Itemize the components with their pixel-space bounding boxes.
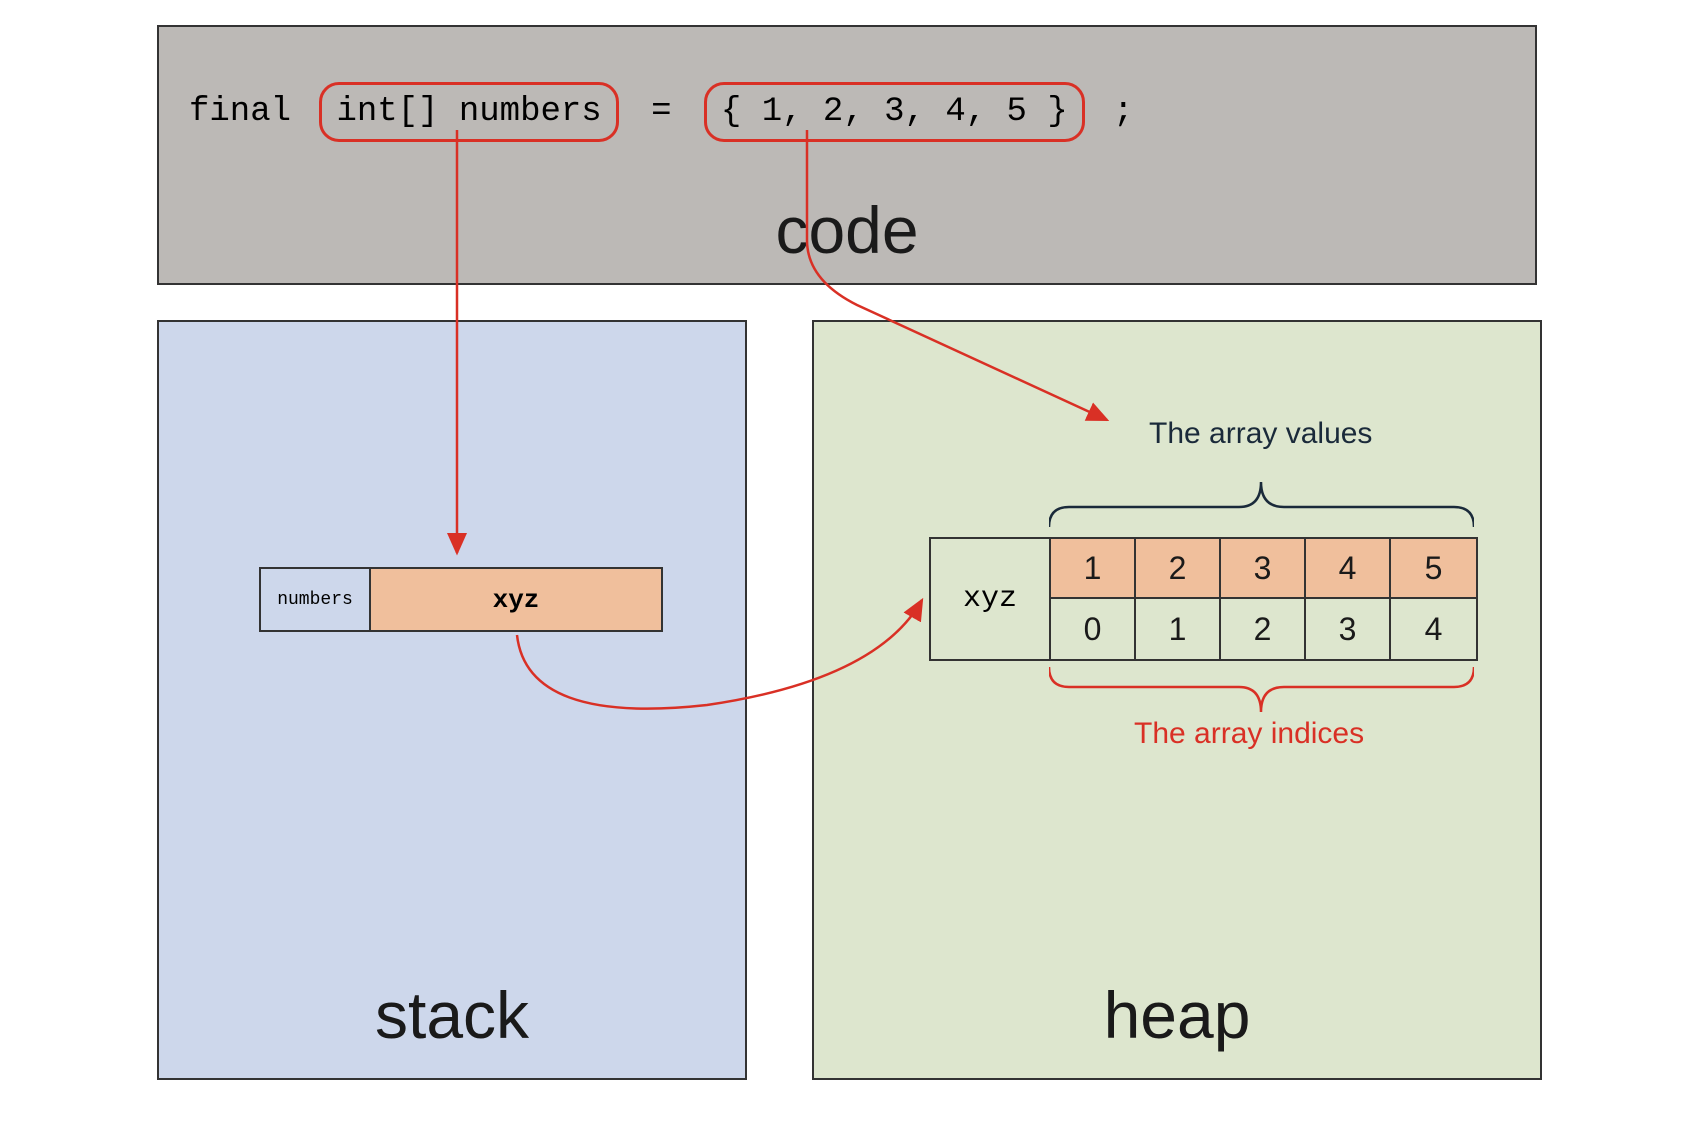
heap-cells: 1 2 3 4 5 0 1 2 3 4 [1051, 539, 1476, 659]
array-values-label: The array values [1149, 417, 1372, 451]
code-panel: final int[] numbers = { 1, 2, 3, 4, 5 } … [157, 25, 1537, 285]
heap-value-cell: 4 [1306, 539, 1391, 599]
stack-panel-label: stack [375, 977, 529, 1053]
heap-index-cell: 2 [1221, 599, 1306, 659]
stack-variable-name: numbers [261, 569, 371, 630]
code-final-keyword: final [189, 93, 291, 131]
heap-reference-label: xyz [931, 539, 1051, 659]
heap-value-cell: 3 [1221, 539, 1306, 599]
code-type-and-variable: int[] numbers [319, 82, 618, 142]
heap-index-cell: 4 [1391, 599, 1476, 659]
heap-panel: The array values xyz 1 2 3 4 5 0 1 2 3 [812, 320, 1542, 1080]
code-semicolon: ; [1113, 93, 1133, 131]
heap-value-cell: 2 [1136, 539, 1221, 599]
heap-value-cell: 1 [1051, 539, 1136, 599]
heap-index-cell: 3 [1306, 599, 1391, 659]
code-line: final int[] numbers = { 1, 2, 3, 4, 5 } … [189, 82, 1134, 142]
heap-index-cell: 0 [1051, 599, 1136, 659]
stack-variable-value: xyz [371, 569, 661, 630]
brace-top-icon [1049, 472, 1474, 532]
heap-value-cell: 5 [1391, 539, 1476, 599]
array-indices-label: The array indices [1134, 717, 1364, 751]
heap-indices-row: 0 1 2 3 4 [1051, 599, 1476, 659]
heap-array: xyz 1 2 3 4 5 0 1 2 3 4 [929, 537, 1478, 661]
code-equals: = [651, 93, 671, 131]
heap-values-row: 1 2 3 4 5 [1051, 539, 1476, 599]
diagram-container: final int[] numbers = { 1, 2, 3, 4, 5 } … [157, 25, 1537, 1085]
heap-index-cell: 1 [1136, 599, 1221, 659]
code-initializer: { 1, 2, 3, 4, 5 } [704, 82, 1085, 142]
code-panel-label: code [775, 192, 918, 268]
stack-entry: numbers xyz [259, 567, 663, 632]
brace-bottom-icon [1049, 662, 1474, 722]
stack-panel: numbers xyz stack [157, 320, 747, 1080]
heap-panel-label: heap [1104, 977, 1251, 1053]
